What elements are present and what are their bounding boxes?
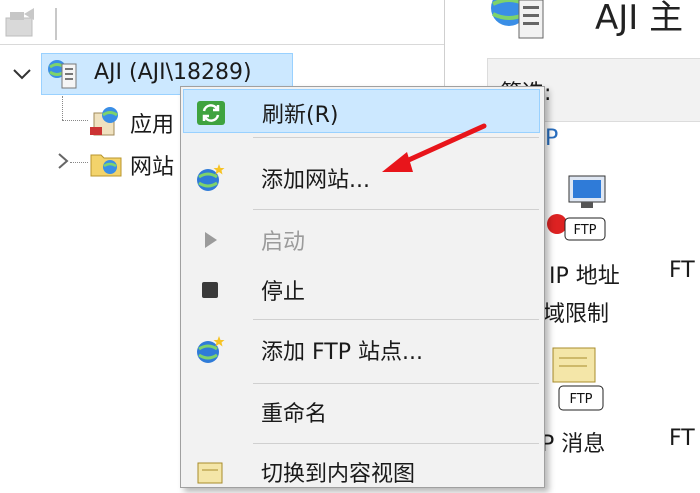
- menu-label-add-website: 添加网站...: [261, 168, 370, 193]
- chevron-down-icon[interactable]: [10, 62, 34, 86]
- server-header-icon: [487, 0, 557, 44]
- refresh-icon: [196, 98, 226, 128]
- tree-node-sites[interactable]: 网站: [88, 145, 188, 181]
- feature-label-ftp[interactable]: FT: [669, 258, 695, 283]
- server-icon: [46, 58, 80, 90]
- content-view-icon: [195, 457, 225, 487]
- app-pools-label: 应用: [130, 113, 175, 138]
- ftp-messages-icon[interactable]: FTP: [549, 344, 609, 420]
- menu-label-start: 启动: [261, 230, 306, 255]
- menu-label-rename: 重命名: [261, 402, 328, 427]
- menu-separator: [253, 383, 539, 384]
- menu-item-start[interactable]: 启动: [183, 217, 540, 261]
- ftp-ip-restrictions-icon[interactable]: FTP: [545, 172, 611, 248]
- menu-separator: [253, 319, 539, 320]
- svg-text:FTP: FTP: [569, 392, 592, 407]
- toolbar-separator: [55, 8, 57, 40]
- server-node-label: AJI (AJI\18289): [94, 60, 252, 85]
- page-title: AJI 主: [595, 0, 684, 38]
- start-icon: [195, 225, 225, 255]
- menu-label-stop: 停止: [261, 280, 306, 305]
- tree-connector: [62, 120, 88, 121]
- add-website-icon: [195, 163, 225, 193]
- menu-item-stop[interactable]: 停止: [183, 267, 540, 311]
- feature-label-ip[interactable]: IP 地址: [549, 258, 620, 290]
- menu-item-add-website[interactable]: 添加网站...: [183, 155, 540, 199]
- create-connection-icon[interactable]: [4, 8, 38, 38]
- tree-connector: [70, 162, 88, 163]
- menu-label-add-ftp-site: 添加 FTP 站点...: [261, 340, 423, 365]
- menu-item-add-ftp-site[interactable]: 添加 FTP 站点...: [183, 327, 540, 371]
- menu-separator: [253, 209, 539, 210]
- chevron-right-icon[interactable]: [54, 150, 72, 176]
- svg-text:FTP: FTP: [573, 223, 596, 238]
- feature-label-domain[interactable]: 域限制: [543, 296, 609, 328]
- stop-icon: [195, 275, 225, 305]
- application-pools-icon: [88, 105, 124, 141]
- menu-label-refresh: 刷新(R): [262, 103, 339, 128]
- menu-item-refresh[interactable]: 刷新(R): [183, 89, 540, 133]
- menu-item-rename[interactable]: 重命名: [183, 389, 540, 433]
- menu-separator: [253, 443, 539, 444]
- menu-separator: [253, 137, 539, 138]
- add-ftp-site-icon: [195, 335, 225, 365]
- feature-label-messages[interactable]: P 消息: [541, 426, 605, 458]
- sites-folder-icon: [88, 147, 124, 183]
- sites-label: 网站: [130, 155, 175, 180]
- tree-node-app-pools[interactable]: 应用: [88, 103, 188, 139]
- menu-item-switch-content-view[interactable]: 切换到内容视图: [183, 449, 540, 493]
- connections-toolbar: [0, 0, 444, 45]
- context-menu: 刷新(R) 添加网站... 启动 停止 添加 FTP 站点... 重命名 切换到…: [180, 86, 545, 488]
- menu-label-switch-content-view: 切换到内容视图: [261, 462, 416, 487]
- tree-connector: [62, 96, 63, 120]
- feature-label-ftp-2[interactable]: FT: [669, 426, 695, 451]
- section-heading: P: [545, 126, 559, 151]
